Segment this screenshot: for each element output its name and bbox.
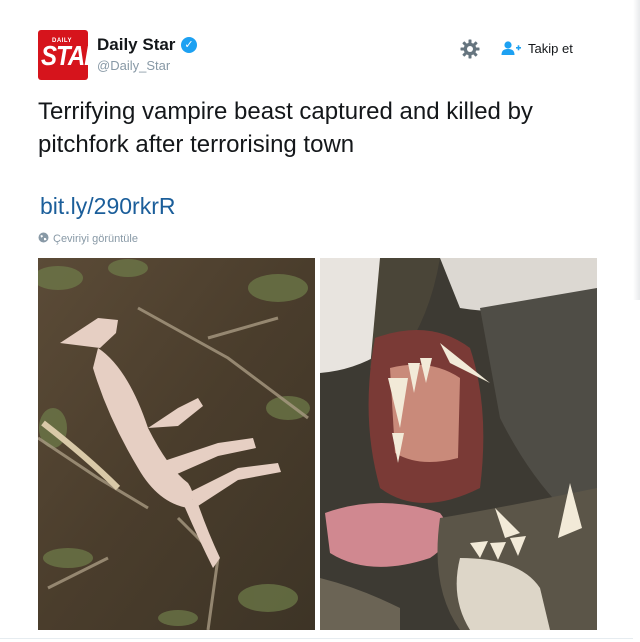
gear-icon[interactable] <box>459 38 481 60</box>
account-handle[interactable]: @Daily_Star <box>97 58 170 73</box>
tweet-media <box>38 258 597 630</box>
translate-button[interactable]: Çeviriyi görüntüle <box>38 232 138 246</box>
account-name[interactable]: Daily Star <box>97 35 175 55</box>
divider <box>0 638 633 639</box>
avatar[interactable]: DAILY STAR <box>38 30 88 80</box>
verified-badge-icon: ✓ <box>181 37 197 53</box>
photo-fanged-mouth[interactable] <box>320 258 597 630</box>
tweet-text: Terrifying vampire beast captured and ki… <box>38 98 533 158</box>
photo-creature-on-ground[interactable] <box>38 258 315 630</box>
add-user-icon <box>500 40 522 56</box>
scroll-edge <box>633 0 640 300</box>
globe-icon <box>38 232 49 246</box>
tweet-link[interactable]: bit.ly/290rkrR <box>40 193 175 220</box>
tweet-card: DAILY STAR Daily Star ✓ @Daily_Star <box>0 0 633 642</box>
follow-label: Takip et <box>528 40 573 56</box>
logo-big-text: STAR <box>41 40 88 72</box>
translate-label: Çeviriyi görüntüle <box>53 233 138 245</box>
follow-button[interactable]: Takip et <box>500 36 573 60</box>
